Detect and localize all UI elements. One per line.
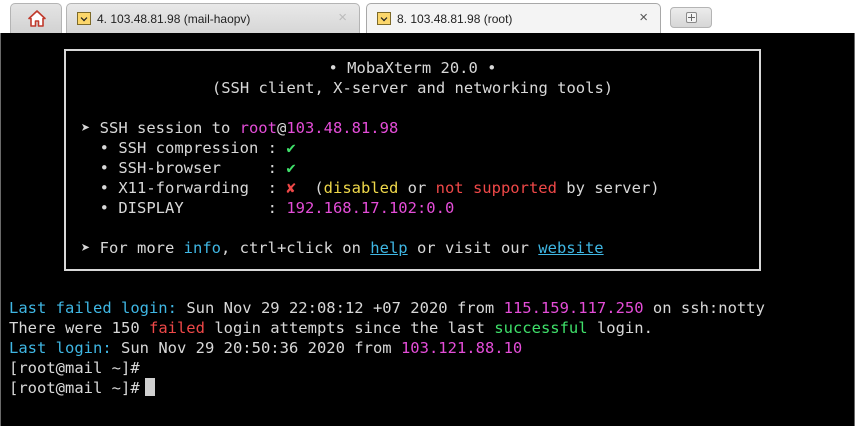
x11-disabled: disabled <box>323 179 399 197</box>
attempts-mid: login attempts since the last <box>204 319 495 337</box>
help-link[interactable]: help <box>370 239 407 257</box>
cross-icon: ✘ <box>286 179 296 197</box>
tab-session-4[interactable]: 4. 103.48.81.98 (mail-haopv) × <box>66 3 360 33</box>
x11-not-supported: not supported <box>435 179 557 197</box>
prompt-line: [root@mail ~]# <box>9 358 140 378</box>
tab-label: 8. 103.48.81.98 (root) <box>397 12 513 26</box>
website-link[interactable]: website <box>538 239 603 257</box>
check-icon: ✔ <box>286 159 296 177</box>
failed-attempts-line: There were 150 failed login attempts sin… <box>9 318 653 338</box>
close-icon[interactable]: × <box>338 9 347 26</box>
home-tab[interactable] <box>10 3 62 33</box>
shell-prompt: [root@mail ~]# <box>9 359 140 377</box>
banner-x11-line: • X11-forwarding : ✘ (disabled or not su… <box>66 178 759 198</box>
banner-display-line: • DISPLAY : 192.168.17.102:0.0 <box>66 198 759 218</box>
attempts-tail: login. <box>587 319 653 337</box>
tab-label: 4. 103.48.81.98 (mail-haopv) <box>97 12 251 26</box>
browser-label: • SSH-browser : <box>81 159 287 177</box>
terminal[interactable]: • MobaXterm 20.0 • (SSH client, X-server… <box>0 33 855 426</box>
terminal-tab-icon <box>377 12 391 25</box>
banner-subtitle: (SSH client, X-server and networking too… <box>211 79 614 97</box>
attempts-success: successful <box>494 319 588 337</box>
x11-or: or <box>398 179 436 197</box>
banner-session-line: ➤ SSH session to root@103.48.81.98 <box>66 118 759 138</box>
banner-compression-line: • SSH compression : ✔ <box>66 138 759 158</box>
x11-note-open: ( <box>295 179 324 197</box>
failed-login-date: Sun Nov 29 22:08:12 +07 2020 from <box>176 299 504 317</box>
session-host: 103.48.81.98 <box>286 119 399 137</box>
text-cursor <box>144 378 155 396</box>
info-text: info <box>183 239 221 257</box>
terminal-tab-icon <box>77 12 91 25</box>
failed-login-ip: 115.159.117.250 <box>503 299 644 317</box>
tab-session-8[interactable]: 8. 103.48.81.98 (root) × <box>366 3 661 33</box>
attempts-failed: failed <box>148 319 205 337</box>
last-login-label: Last login: <box>9 339 112 357</box>
more-mid: , ctrl+click on <box>220 239 371 257</box>
session-user: root <box>239 119 277 137</box>
session-at: @ <box>276 119 287 137</box>
tab-bar: 4. 103.48.81.98 (mail-haopv) × 8. 103.48… <box>0 0 855 33</box>
display-value: 192.168.17.102:0.0 <box>286 199 455 217</box>
banner-browser-line: • SSH-browser : ✔ <box>66 158 759 178</box>
x11-label: • X11-forwarding : <box>81 179 287 197</box>
prompt-line-current[interactable]: [root@mail ~]# <box>9 378 155 398</box>
new-tab-icon <box>686 12 697 23</box>
failed-login-label: Last failed login: <box>9 299 177 317</box>
shell-prompt: [root@mail ~]# <box>9 379 140 397</box>
compression-label: • SSH compression : <box>81 139 287 157</box>
last-login-line: Last login: Sun Nov 29 20:50:36 2020 fro… <box>9 338 522 358</box>
display-label: • DISPLAY : <box>81 199 287 217</box>
welcome-banner: • MobaXterm 20.0 • (SSH client, X-server… <box>64 49 761 271</box>
more-prefix: ➤ For more <box>81 239 184 257</box>
x11-note-close: by server) <box>556 179 660 197</box>
attempts-pre: There were 150 <box>9 319 149 337</box>
session-prefix: ➤ SSH session to <box>81 119 240 137</box>
last-login-ip: 103.121.88.10 <box>400 339 523 357</box>
close-icon[interactable]: × <box>639 9 648 26</box>
check-icon: ✔ <box>286 139 296 157</box>
banner-title: • MobaXterm 20.0 • <box>328 59 497 77</box>
last-failed-login-line: Last failed login: Sun Nov 29 22:08:12 +… <box>9 298 765 318</box>
banner-info-line: ➤ For more info, ctrl+click on help or v… <box>66 238 759 258</box>
failed-login-tail: on ssh:notty <box>643 299 765 317</box>
more-or: or visit our <box>407 239 539 257</box>
new-tab-button[interactable] <box>670 7 712 28</box>
last-login-date: Sun Nov 29 20:50:36 2020 from <box>111 339 401 357</box>
home-icon <box>28 10 46 27</box>
